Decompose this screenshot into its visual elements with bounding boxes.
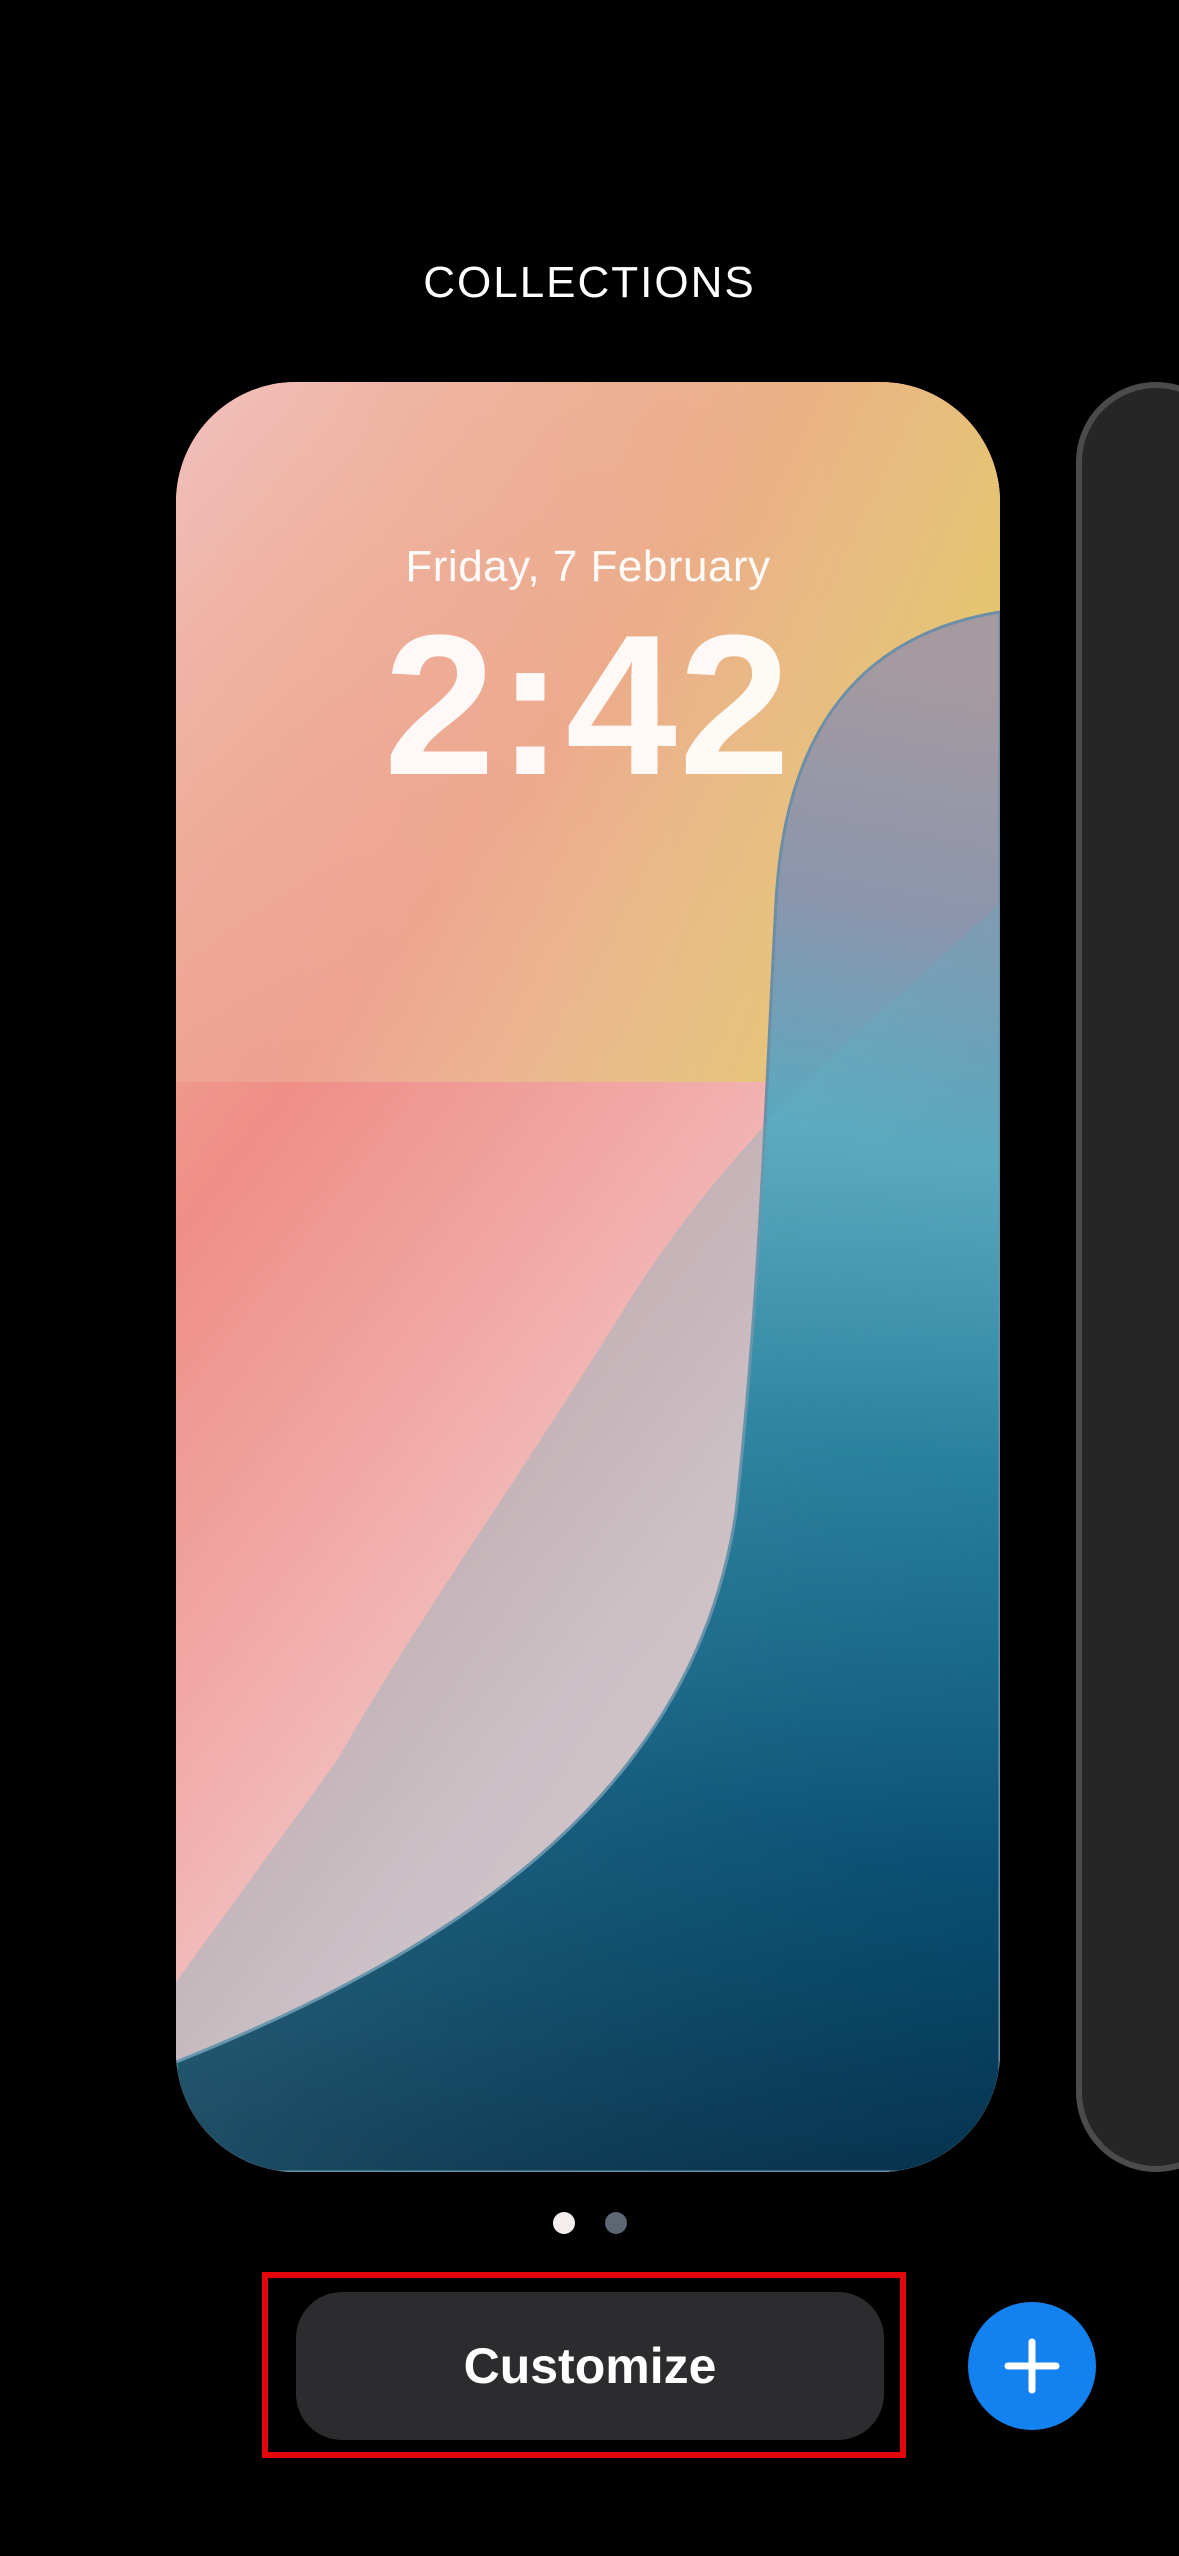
page-indicator[interactable] <box>0 2212 1179 2234</box>
page-dot-2[interactable] <box>604 2212 627 2234</box>
page-title: COLLECTIONS <box>423 258 756 307</box>
lock-screen-date: Friday, 7 February <box>405 542 771 591</box>
customize-button[interactable]: Customize <box>296 2292 884 2440</box>
wallpaper-preview-card[interactable]: Friday, 7 February 2:42 <box>176 382 1000 2172</box>
page-dot-1[interactable] <box>552 2212 575 2234</box>
lock-screen-time: 2:42 <box>383 594 793 817</box>
next-wallpaper-card[interactable] <box>1076 382 1179 2172</box>
add-wallpaper-button[interactable] <box>968 2302 1096 2430</box>
plus-icon <box>1004 2338 1060 2394</box>
